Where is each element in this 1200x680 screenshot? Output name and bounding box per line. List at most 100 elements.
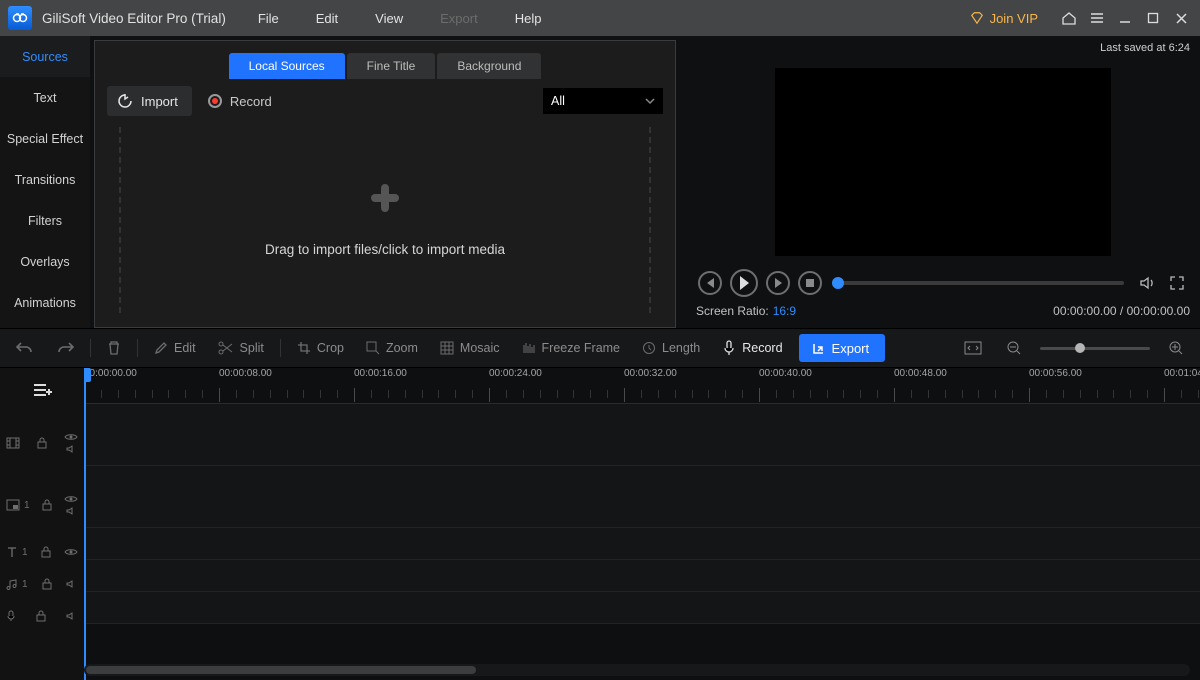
media-drop-text: Drag to import files/click to import med…	[265, 242, 505, 257]
crop-button[interactable]: Crop	[291, 341, 350, 355]
zoom-icon	[366, 341, 380, 355]
sidebar-item-transitions[interactable]: Transitions	[0, 159, 90, 200]
length-button[interactable]: Length	[636, 341, 706, 355]
menu-file[interactable]: File	[240, 2, 297, 35]
media-filter-value: All	[551, 94, 565, 108]
stop-button[interactable]	[798, 271, 822, 295]
chevron-down-icon	[645, 96, 655, 106]
lock-icon[interactable]	[41, 499, 53, 511]
gutter-row-overlay: 1	[0, 474, 84, 536]
zoom-slider[interactable]	[1040, 347, 1150, 350]
speaker-icon[interactable]	[66, 611, 78, 621]
record-tl-button[interactable]: Record	[716, 340, 788, 356]
mic-icon	[6, 610, 16, 622]
delete-button[interactable]	[101, 340, 127, 356]
music-icon	[6, 578, 18, 590]
fullscreen-button[interactable]	[1166, 272, 1188, 294]
export-button[interactable]: Export	[799, 334, 886, 362]
zoom-button[interactable]: Zoom	[360, 341, 424, 355]
media-tab-background[interactable]: Background	[437, 53, 541, 79]
split-button[interactable]: Split	[212, 341, 270, 355]
preview-seekbar[interactable]	[838, 281, 1124, 285]
join-vip-button[interactable]: Join VIP	[960, 7, 1048, 30]
add-track-button[interactable]	[30, 378, 54, 402]
last-saved-label: Last saved at 6:24	[696, 42, 1190, 58]
preview-info: Screen Ratio: 16:9 00:00:00.00 / 00:00:0…	[696, 300, 1190, 322]
zoom-in-button[interactable]	[1162, 340, 1190, 356]
freeze-button[interactable]: Freeze Frame	[516, 341, 627, 355]
track-video[interactable]	[84, 404, 1200, 466]
timeline-gutter: 1 1 1	[0, 368, 84, 680]
sidebar-item-overlays[interactable]: Overlays	[0, 241, 90, 282]
track-text[interactable]	[84, 528, 1200, 560]
sidebar-item-sources[interactable]: Sources	[0, 36, 90, 77]
sidebar-item-text[interactable]: Text	[0, 77, 90, 118]
gutter-row-video	[0, 412, 84, 474]
fit-button[interactable]	[958, 341, 988, 355]
volume-button[interactable]	[1136, 272, 1158, 294]
home-button[interactable]	[1058, 7, 1080, 29]
screen-ratio-label: Screen Ratio:	[696, 304, 769, 318]
eye-icon[interactable]	[64, 494, 78, 504]
eye-icon[interactable]	[64, 547, 78, 557]
speaker-icon[interactable]	[66, 444, 78, 454]
media-tab-finetitle[interactable]: Fine Title	[347, 53, 436, 79]
menu-view[interactable]: View	[357, 2, 421, 35]
maximize-button[interactable]	[1142, 7, 1164, 29]
menu-help[interactable]: Help	[497, 2, 560, 35]
speaker-icon[interactable]	[66, 506, 78, 516]
mosaic-button[interactable]: Mosaic	[434, 341, 506, 355]
media-tabs: Local Sources Fine Title Background	[95, 47, 675, 79]
preview-seek-thumb[interactable]	[832, 277, 844, 289]
media-dropzone[interactable]: Drag to import files/click to import med…	[119, 127, 651, 313]
edit-button[interactable]: Edit	[148, 341, 202, 355]
undo-button[interactable]	[10, 340, 40, 356]
sidebar-item-animations[interactable]: Animations	[0, 282, 90, 323]
lock-icon[interactable]	[40, 546, 52, 558]
playhead[interactable]	[84, 368, 86, 680]
timeline-hscroll-thumb[interactable]	[86, 666, 476, 674]
timeline-hscroll[interactable]	[84, 664, 1190, 676]
record-label: Record	[230, 94, 272, 109]
eye-icon[interactable]	[64, 432, 78, 442]
sidebar-item-filters[interactable]: Filters	[0, 200, 90, 241]
zoom-out-button[interactable]	[1000, 340, 1028, 356]
preview-canvas	[775, 68, 1111, 256]
preview-timecode: 00:00:00.00 / 00:00:00.00	[1053, 304, 1190, 318]
scissors-icon	[218, 341, 234, 355]
timeline-zoom-group	[958, 340, 1190, 356]
lock-icon[interactable]	[41, 578, 53, 590]
record-button[interactable]: Record	[202, 94, 278, 109]
media-panel: Local Sources Fine Title Background Impo…	[94, 40, 676, 328]
top-menus: File Edit View Export Help	[240, 2, 560, 35]
track-mic[interactable]	[84, 592, 1200, 624]
sidebar-item-special-effect[interactable]: Special Effect	[0, 118, 90, 159]
lock-icon[interactable]	[35, 610, 47, 622]
media-actions: Import Record All	[95, 79, 675, 123]
tracks-area[interactable]: 00:00:00.0000:00:08.0000:00:16.0000:00:2…	[84, 368, 1200, 680]
menu-edit[interactable]: Edit	[298, 2, 356, 35]
hamburger-button[interactable]	[1086, 7, 1108, 29]
next-frame-button[interactable]	[766, 271, 790, 295]
speaker-icon[interactable]	[66, 579, 78, 589]
zoom-slider-thumb[interactable]	[1075, 343, 1085, 353]
film-icon	[6, 436, 20, 450]
media-filter-select[interactable]: All	[543, 88, 663, 114]
prev-frame-button[interactable]	[698, 271, 722, 295]
import-icon	[117, 93, 133, 109]
screen-ratio-value[interactable]: 16:9	[773, 304, 796, 318]
export-icon	[811, 341, 826, 356]
lock-icon[interactable]	[36, 437, 48, 449]
minimize-button[interactable]	[1114, 7, 1136, 29]
track-audio[interactable]	[84, 560, 1200, 592]
redo-button[interactable]	[50, 340, 80, 356]
diamond-icon	[970, 11, 984, 25]
timeline-ruler[interactable]: 00:00:00.0000:00:08.0000:00:16.0000:00:2…	[84, 368, 1200, 404]
import-button[interactable]: Import	[107, 86, 192, 116]
titlebar: GiliSoft Video Editor Pro (Trial) File E…	[0, 0, 1200, 36]
track-overlay[interactable]	[84, 466, 1200, 528]
close-button[interactable]	[1170, 7, 1192, 29]
media-tab-local[interactable]: Local Sources	[229, 53, 345, 79]
gutter-row-audio: 1	[0, 568, 84, 600]
play-button[interactable]	[730, 269, 758, 297]
